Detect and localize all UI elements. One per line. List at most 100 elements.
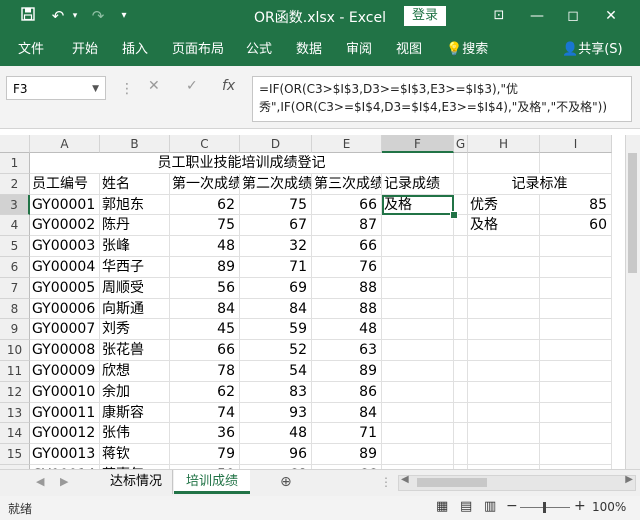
- enter-icon[interactable]: ✓: [186, 78, 198, 94]
- cell-B15[interactable]: 蒋钦: [100, 444, 170, 465]
- cell-I14[interactable]: [540, 423, 612, 445]
- cell-C11[interactable]: 78: [170, 361, 240, 382]
- cell-A8[interactable]: GY00006: [30, 298, 100, 320]
- scrollbar-thumb[interactable]: [628, 153, 637, 273]
- row-header-7[interactable]: 7: [0, 277, 30, 299]
- cell-B11[interactable]: 欣想: [100, 361, 170, 382]
- cell-D14[interactable]: 48: [240, 423, 312, 445]
- cell-I6[interactable]: [540, 257, 612, 278]
- cell-B8[interactable]: 向斯通: [100, 298, 170, 320]
- cell-E12[interactable]: 86: [312, 381, 382, 403]
- share-button[interactable]: 👤共享(S): [562, 41, 623, 58]
- column-header-d[interactable]: D: [240, 135, 312, 153]
- row-header-11[interactable]: 11: [0, 361, 30, 382]
- cell-A11[interactable]: GY00009: [30, 361, 100, 382]
- column-header-h[interactable]: H: [468, 135, 540, 153]
- cell-C7[interactable]: 56: [170, 277, 240, 299]
- cell-E8[interactable]: 88: [312, 298, 382, 320]
- scroll-left-icon[interactable]: ◀: [401, 474, 409, 485]
- cell-I9[interactable]: [540, 319, 612, 341]
- tab-view[interactable]: 视图: [396, 41, 422, 58]
- cell-G11[interactable]: [454, 361, 468, 382]
- cell-H1[interactable]: [468, 153, 540, 174]
- cell-E6[interactable]: 76: [312, 257, 382, 278]
- column-header-b[interactable]: B: [100, 135, 170, 153]
- cell-B6[interactable]: 华西子: [100, 257, 170, 278]
- cell-D8[interactable]: 84: [240, 298, 312, 320]
- tab-home[interactable]: 开始: [72, 41, 98, 58]
- header-cell-d[interactable]: 第二次成绩: [240, 173, 312, 195]
- cell-E3[interactable]: 66: [312, 194, 382, 216]
- cell-A4[interactable]: GY00002: [30, 215, 100, 237]
- cell-C15[interactable]: 79: [170, 444, 240, 465]
- cell-D13[interactable]: 93: [240, 402, 312, 424]
- cell-B12[interactable]: 余加: [100, 381, 170, 403]
- row-header-3[interactable]: 3: [0, 194, 30, 216]
- cell-H5[interactable]: [468, 236, 540, 257]
- cell-E9[interactable]: 48: [312, 319, 382, 341]
- row-header-15[interactable]: 15: [0, 444, 30, 465]
- cell-C12[interactable]: 62: [170, 381, 240, 403]
- cell-D15[interactable]: 96: [240, 444, 312, 465]
- select-all-corner[interactable]: [0, 135, 30, 153]
- chevron-down-icon[interactable]: ▼: [92, 77, 99, 101]
- cell-E7[interactable]: 88: [312, 277, 382, 299]
- cell-D9[interactable]: 59: [240, 319, 312, 341]
- cell-D10[interactable]: 52: [240, 340, 312, 361]
- page-layout-view-icon[interactable]: ▤: [460, 499, 472, 514]
- cell-H8[interactable]: [468, 298, 540, 320]
- prev-sheet-icon[interactable]: ◀: [36, 473, 44, 491]
- tab-data[interactable]: 数据: [296, 41, 322, 58]
- row-header-6[interactable]: 6: [0, 257, 30, 278]
- row-header-2[interactable]: 2: [0, 173, 30, 195]
- cell-A13[interactable]: GY00011: [30, 402, 100, 424]
- cell-F15[interactable]: [382, 444, 454, 465]
- cell-A5[interactable]: GY00003: [30, 236, 100, 257]
- row-header-13[interactable]: 13: [0, 402, 30, 424]
- page-break-view-icon[interactable]: ▥: [484, 499, 496, 514]
- cell-F13[interactable]: [382, 402, 454, 424]
- header-cell-c[interactable]: 第一次成绩: [170, 173, 240, 195]
- row-header-9[interactable]: 9: [0, 319, 30, 341]
- standard-value-0[interactable]: 85: [540, 194, 612, 216]
- standard-header-cell[interactable]: 记录标准: [468, 173, 612, 195]
- cell-G5[interactable]: [454, 236, 468, 257]
- cell-C4[interactable]: 75: [170, 215, 240, 237]
- cell-H12[interactable]: [468, 381, 540, 403]
- horizontal-scrollbar[interactable]: ◀ ▶: [398, 474, 636, 491]
- cell-G10[interactable]: [454, 340, 468, 361]
- cell-H15[interactable]: [468, 444, 540, 465]
- cell-F9[interactable]: [382, 319, 454, 341]
- cell-E11[interactable]: 89: [312, 361, 382, 382]
- cell-G9[interactable]: [454, 319, 468, 341]
- cell-F7[interactable]: [382, 277, 454, 299]
- normal-view-icon[interactable]: ▦: [436, 499, 448, 514]
- fill-handle[interactable]: [450, 211, 458, 220]
- row-header-4[interactable]: 4: [0, 215, 30, 237]
- cell-C5[interactable]: 48: [170, 236, 240, 257]
- close-button[interactable]: ✕: [598, 6, 624, 26]
- cell-G7[interactable]: [454, 277, 468, 299]
- cell-C14[interactable]: 36: [170, 423, 240, 445]
- minimize-button[interactable]: —: [524, 6, 550, 26]
- cell-H11[interactable]: [468, 361, 540, 382]
- cell-A3[interactable]: GY00001: [30, 194, 100, 216]
- cell-A12[interactable]: GY00010: [30, 381, 100, 403]
- ribbon-display-options-icon[interactable]: ⊡: [486, 6, 512, 26]
- cell-F6[interactable]: [382, 257, 454, 278]
- cell-A9[interactable]: GY00007: [30, 319, 100, 341]
- tab-formulas[interactable]: 公式: [246, 41, 272, 58]
- cell-A15[interactable]: GY00013: [30, 444, 100, 465]
- column-header-e[interactable]: E: [312, 135, 382, 153]
- cell-B10[interactable]: 张花兽: [100, 340, 170, 361]
- cell-E4[interactable]: 87: [312, 215, 382, 237]
- cell-I11[interactable]: [540, 361, 612, 382]
- row-header-5[interactable]: 5: [0, 236, 30, 257]
- column-header-i[interactable]: I: [540, 135, 612, 153]
- scroll-right-icon[interactable]: ▶: [625, 474, 633, 485]
- column-header-g[interactable]: G: [454, 135, 468, 153]
- cell-H10[interactable]: [468, 340, 540, 361]
- cell-E14[interactable]: 71: [312, 423, 382, 445]
- cell-A7[interactable]: GY00005: [30, 277, 100, 299]
- tab-page-layout[interactable]: 页面布局: [172, 41, 224, 58]
